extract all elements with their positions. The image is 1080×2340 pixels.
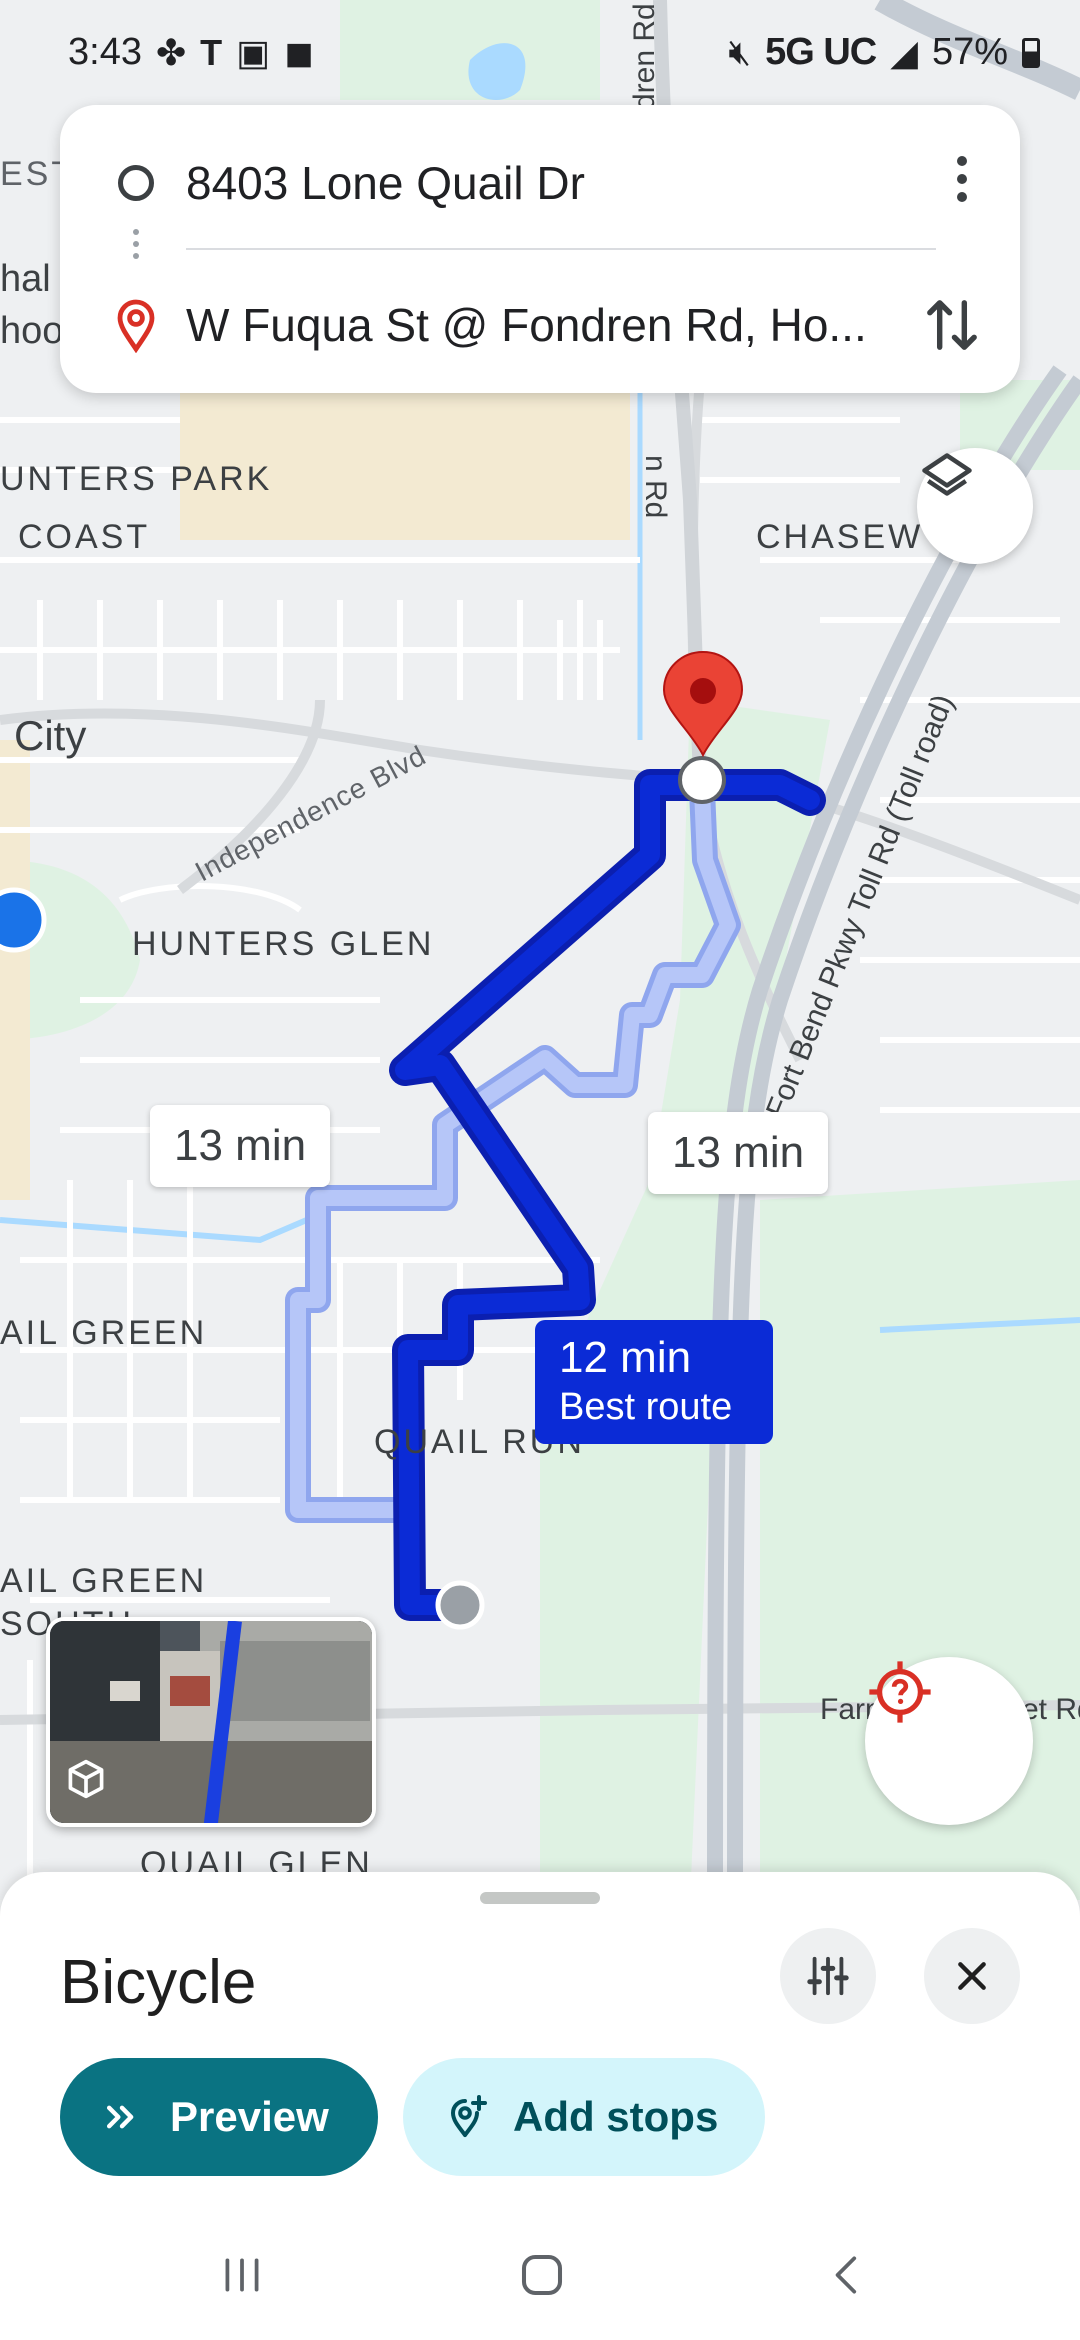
map-label: HUNTERS GLEN: [132, 925, 435, 963]
back-chevron-icon: [835, 2256, 857, 2294]
map-label: AIL GREEN: [0, 1562, 208, 1600]
gallery-icon: ▣: [236, 31, 271, 73]
status-bar: 3:43 ✤ T ▣ ◼ 🔇︎ 5G UC ◢ 57%: [0, 0, 1080, 105]
street-view-thumbnail[interactable]: [46, 1617, 376, 1827]
layers-icon: [922, 453, 972, 496]
more-vert-icon[interactable]: [954, 154, 970, 213]
pinwheel-icon: ✤: [155, 31, 187, 73]
close-icon: [958, 1962, 986, 1990]
recent-apps-icon: [225, 2258, 259, 2292]
battery-percent: 57%: [931, 31, 1008, 73]
divider: [186, 248, 936, 250]
drag-handle[interactable]: [480, 1892, 600, 1904]
preview-button[interactable]: Preview: [60, 2058, 378, 2176]
battery-icon: [1022, 37, 1040, 68]
map-label: hoo: [0, 310, 64, 352]
back-button[interactable]: [808, 2240, 888, 2310]
3d-cube-icon: [68, 1759, 104, 1799]
add-stops-button[interactable]: Add stops: [403, 2058, 765, 2176]
close-button[interactable]: [924, 1928, 1020, 2024]
location-unknown-icon: [869, 1661, 931, 1723]
origin-marker: [435, 1580, 485, 1630]
map-label: COAST: [18, 518, 151, 556]
best-route-bubble[interactable]: 12 min Best route: [535, 1320, 773, 1444]
status-time: 3:43: [68, 31, 142, 73]
map-label: UNTERS PARK: [0, 460, 273, 498]
origin-row[interactable]: 8403 Lone Quail Dr: [60, 123, 1020, 243]
t-mobile-icon: T: [200, 31, 223, 73]
destination-row[interactable]: W Fuqua St @ Fondren Rd, Ho...: [60, 265, 1020, 385]
route-time-bubble[interactable]: 13 min: [150, 1105, 331, 1187]
maps-directions-screen: EST hal hoo UNTERS PARK COAST CHASEW Cit…: [0, 0, 1080, 2340]
street-label: n Rd: [639, 455, 672, 519]
my-location-button[interactable]: [865, 1657, 1033, 1825]
signal-icon: ◢: [890, 31, 918, 73]
map-label: City: [14, 712, 87, 759]
preview-label: Preview: [170, 2093, 329, 2140]
destination-pin-outline-icon: [117, 299, 155, 353]
map-label: CHASEW: [756, 518, 924, 556]
route-options-button[interactable]: [780, 1928, 876, 2024]
origin-field[interactable]: 8403 Lone Quail Dr: [186, 156, 926, 210]
add-location-icon: [450, 2095, 487, 2137]
route-time: 13 min: [174, 1121, 307, 1170]
swap-vert-icon[interactable]: [922, 293, 982, 357]
recent-apps-button[interactable]: [202, 2240, 282, 2310]
double-chevron-right-icon: [106, 2105, 134, 2129]
shopping-bag-icon: ◼: [284, 31, 315, 73]
route-time: 13 min: [672, 1128, 805, 1177]
home-icon: [521, 2254, 563, 2296]
map-layers-button[interactable]: [917, 448, 1033, 564]
mute-icon: 🔇︎: [728, 31, 752, 72]
system-nav-bar: [0, 2210, 1080, 2340]
best-route-label: Best route: [559, 1386, 733, 1428]
origin-circle-icon: [118, 165, 154, 201]
tune-icon: [807, 1956, 849, 1996]
home-button[interactable]: [502, 2240, 582, 2310]
map-label: AIL GREEN: [0, 1314, 208, 1352]
best-route-time: 12 min: [559, 1333, 692, 1382]
destination-field[interactable]: W Fuqua St @ Fondren Rd, Ho...: [186, 298, 926, 352]
route-time-bubble[interactable]: 13 min: [648, 1112, 829, 1194]
travel-mode-title: Bicycle: [60, 1948, 257, 2017]
map-label: hal: [0, 258, 51, 300]
network-type: 5G UC: [765, 31, 877, 73]
directions-card: 8403 Lone Quail Dr W Fuqua St @ Fondren …: [60, 105, 1020, 393]
add-stops-label: Add stops: [513, 2093, 719, 2140]
